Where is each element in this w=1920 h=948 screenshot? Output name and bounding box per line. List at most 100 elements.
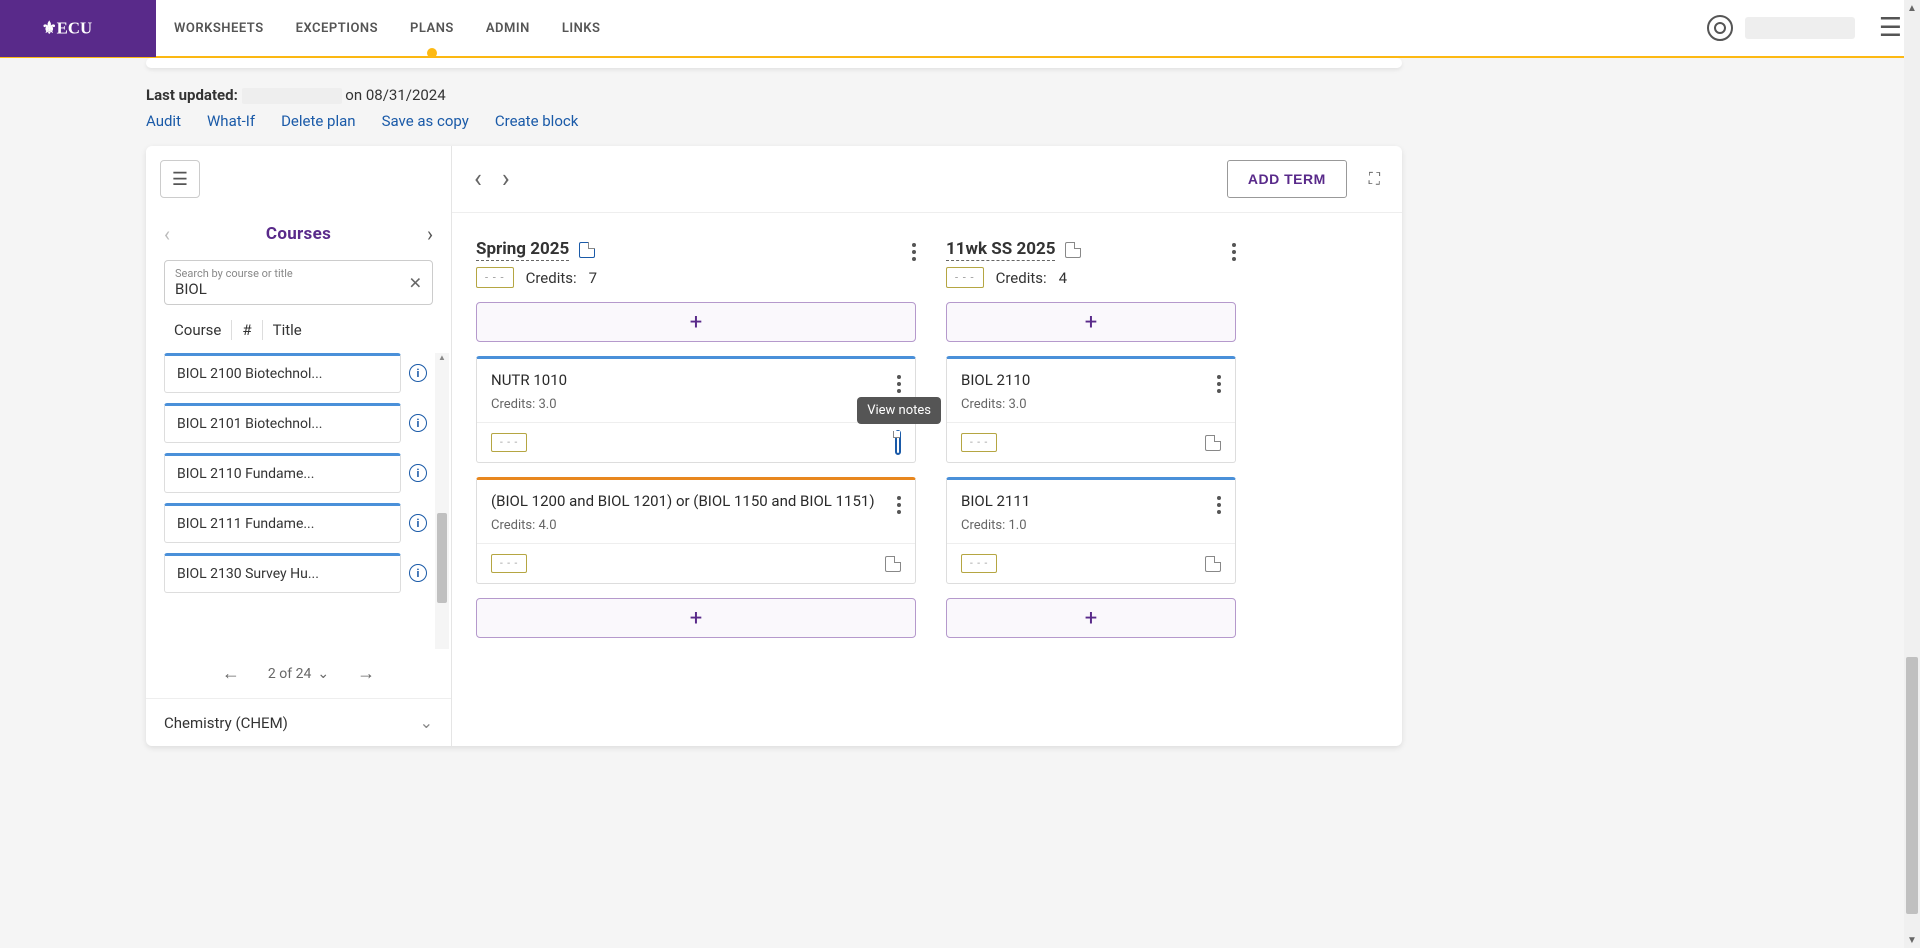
nav-admin[interactable]: ADMIN <box>486 1 530 56</box>
add-course-slot[interactable]: + <box>946 302 1236 342</box>
page-scrollbar[interactable]: ▲ ▼ <box>1904 0 1920 948</box>
list-item: BIOL 2110 Fundame... i <box>164 453 427 493</box>
note-icon[interactable] <box>579 242 595 258</box>
courses-prev[interactable]: ‹ <box>164 222 170 246</box>
planner: ‹ › ADD TERM ⛶ Spring 2025 <box>452 146 1402 746</box>
term-title[interactable]: 11wk SS 2025 <box>946 239 1055 261</box>
action-delete[interactable]: Delete plan <box>281 112 356 130</box>
nav-plans[interactable]: PLANS <box>410 1 454 56</box>
info-icon[interactable]: i <box>409 414 427 432</box>
chevron-down-icon: ⌄ <box>420 713 433 732</box>
top-nav: WORKSHEETS EXCEPTIONS PLANS ADMIN LINKS <box>156 1 1707 56</box>
course-title: NUTR 1010 <box>491 371 567 393</box>
nav-exceptions[interactable]: EXCEPTIONS <box>296 1 378 56</box>
subject-row[interactable]: Chemistry (CHEM) ⌄ <box>146 698 451 746</box>
course-menu[interactable] <box>1217 371 1221 393</box>
info-icon[interactable]: i <box>409 514 427 532</box>
expand-icon[interactable]: ⛶ <box>1369 169 1380 189</box>
status-badge: - - - <box>476 267 514 288</box>
credits-value: 4 <box>1059 269 1067 287</box>
clear-icon[interactable]: ✕ <box>409 273 422 292</box>
list-item: BIOL 2100 Biotechnol... i <box>164 353 427 393</box>
action-whatif[interactable]: What-If <box>207 112 255 130</box>
course-title: BIOL 2111 <box>961 492 1030 514</box>
info-icon[interactable]: i <box>409 364 427 382</box>
add-course-slot[interactable]: + <box>946 598 1236 638</box>
course-title: (BIOL 1200 and BIOL 1201) or (BIOL 1150 … <box>491 492 875 514</box>
scrollbar-thumb[interactable] <box>437 513 447 603</box>
filter-number[interactable]: # <box>232 317 261 343</box>
menu-icon[interactable]: ☰ <box>1867 13 1902 43</box>
course-card[interactable]: BIOL 2110 Fundame... <box>164 453 401 493</box>
course-card[interactable]: BIOL 2130 Survey Hu... <box>164 553 401 593</box>
course-menu[interactable] <box>1217 492 1221 514</box>
note-icon[interactable] <box>1205 556 1221 572</box>
pager-next[interactable]: → <box>357 663 375 684</box>
terms: Spring 2025 - - - Credits: 7 + <box>452 213 1402 664</box>
plan-course[interactable]: (BIOL 1200 and BIOL 1201) or (BIOL 1150 … <box>476 477 916 584</box>
note-icon[interactable] <box>1065 242 1081 258</box>
courses-next[interactable]: › <box>427 222 433 246</box>
plan-course[interactable]: BIOL 2110 Credits: 3.0 - - - <box>946 356 1236 463</box>
course-card[interactable]: BIOL 2101 Biotechnol... <box>164 403 401 443</box>
filter-row: Course # Title <box>146 317 451 353</box>
last-updated-label: Last updated: <box>146 86 238 104</box>
course-menu[interactable] <box>897 492 901 514</box>
logo: ⚜ECU <box>0 0 156 57</box>
plan-course[interactable]: NUTR 1010 Credits: 3.0 - - - View notes <box>476 356 916 463</box>
filter-course[interactable]: Course <box>164 317 231 343</box>
status-badge: - - - <box>491 554 527 573</box>
note-icon[interactable] <box>1205 435 1221 451</box>
user-icon[interactable] <box>1707 15 1733 41</box>
term-next[interactable]: › <box>502 164 510 194</box>
info-icon[interactable]: i <box>409 564 427 582</box>
filter-title[interactable]: Title <box>263 317 312 343</box>
sidebar: ☰ ‹ Courses › Search by course or title … <box>146 146 452 746</box>
action-saveas[interactable]: Save as copy <box>382 112 469 130</box>
add-course-slot[interactable]: + <box>476 598 916 638</box>
term-title[interactable]: Spring 2025 <box>476 239 569 261</box>
scrollbar-thumb[interactable] <box>1906 657 1918 913</box>
course-credits: Credits: 3.0 <box>477 397 915 422</box>
list-scrollbar[interactable]: ▲ <box>435 353 449 649</box>
last-updated: Last updated: on 08/31/2024 <box>146 86 1402 104</box>
pager-prev[interactable]: ← <box>222 663 240 684</box>
term-menu[interactable] <box>912 239 916 261</box>
subject-label: Chemistry (CHEM) <box>164 714 288 732</box>
nav-worksheets[interactable]: WORKSHEETS <box>174 1 264 56</box>
list-item: BIOL 2130 Survey Hu... i <box>164 553 427 593</box>
planner-toolbar: ‹ › ADD TERM ⛶ <box>452 146 1402 213</box>
note-icon[interactable] <box>895 430 901 455</box>
info-icon[interactable]: i <box>409 464 427 482</box>
note-icon[interactable] <box>885 556 901 572</box>
chevron-down-icon[interactable]: ⌄ <box>317 666 329 682</box>
courses-header: ‹ Courses › <box>146 212 451 260</box>
term-menu[interactable] <box>1232 239 1236 261</box>
topbar-right: ☰ <box>1707 13 1920 43</box>
nav-links[interactable]: LINKS <box>562 1 601 56</box>
search-input[interactable]: Search by course or title BIOL ✕ <box>164 260 433 305</box>
status-badge: - - - <box>961 554 997 573</box>
plan-course[interactable]: BIOL 2111 Credits: 1.0 - - - <box>946 477 1236 584</box>
svg-text:⚜ECU: ⚜ECU <box>42 19 92 38</box>
course-card[interactable]: BIOL 2100 Biotechnol... <box>164 353 401 393</box>
action-create-block[interactable]: Create block <box>495 112 578 130</box>
search-placeholder: Search by course or title <box>175 267 422 280</box>
course-card[interactable]: BIOL 2111 Fundame... <box>164 503 401 543</box>
add-term-button[interactable]: ADD TERM <box>1227 160 1347 198</box>
sidebar-toggle[interactable]: ☰ <box>160 160 200 198</box>
list-item: BIOL 2111 Fundame... i <box>164 503 427 543</box>
course-pager: ← 2 of 24 ⌄ → <box>146 649 451 698</box>
sidebar-top: ☰ <box>146 146 451 212</box>
term-header: 11wk SS 2025 - - - Credits: 4 <box>946 239 1236 288</box>
card-fragment <box>146 58 1402 68</box>
status-badge: - - - <box>491 433 527 452</box>
term-column: Spring 2025 - - - Credits: 7 + <box>476 239 916 638</box>
credits-label: Credits: <box>526 269 577 287</box>
action-audit[interactable]: Audit <box>146 112 181 130</box>
course-credits: Credits: 4.0 <box>477 518 915 543</box>
course-menu[interactable] <box>897 371 901 393</box>
search-value: BIOL <box>175 280 422 298</box>
term-prev[interactable]: ‹ <box>474 164 482 194</box>
add-course-slot[interactable]: + <box>476 302 916 342</box>
